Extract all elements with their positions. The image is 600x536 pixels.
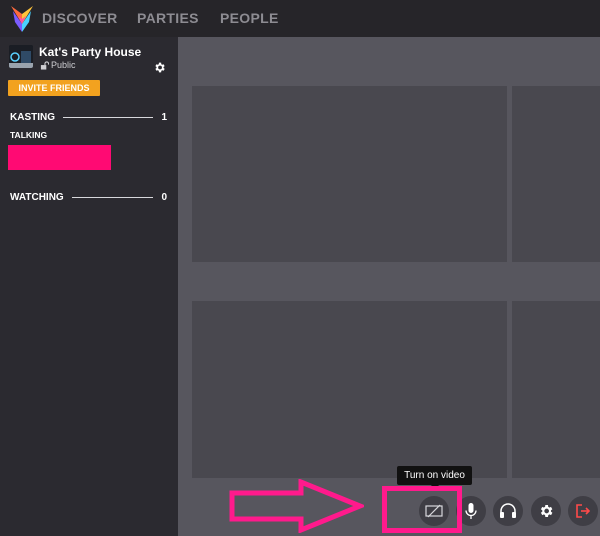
kasting-count: 1 (161, 111, 167, 123)
unlock-icon (40, 60, 49, 70)
room-privacy: Public (40, 60, 76, 70)
headphones-button[interactable] (493, 496, 523, 526)
video-tile (192, 86, 507, 262)
invite-friends-button[interactable]: INVITE FRIENDS (8, 80, 100, 96)
room-settings-icon[interactable] (153, 61, 166, 74)
kasting-section: KASTING 1 (10, 111, 167, 123)
video-tile (192, 301, 507, 478)
watching-section: WATCHING 0 (10, 191, 167, 203)
settings-button[interactable] (531, 496, 561, 526)
gear-icon (540, 505, 553, 517)
logo-icon[interactable] (11, 6, 33, 32)
nav-parties[interactable]: PARTIES (137, 10, 199, 26)
room-thumbnail (9, 45, 33, 68)
divider (63, 116, 154, 118)
annotation-arrow (229, 479, 364, 533)
talking-label: TALKING (10, 130, 48, 140)
headphones-icon (500, 503, 516, 518)
watching-count: 0 (161, 191, 167, 203)
kasting-label: KASTING (10, 111, 55, 123)
nav-people[interactable]: PEOPLE (220, 10, 279, 26)
room-title: Kat's Party House (39, 45, 142, 59)
nav-discover[interactable]: DISCOVER (42, 10, 118, 26)
top-bar: DISCOVER PARTIES PEOPLE (0, 0, 600, 37)
divider (71, 196, 154, 198)
video-tile (512, 86, 600, 262)
video-tile (512, 301, 600, 478)
watching-label: WATCHING (10, 191, 64, 203)
highlight-box (382, 486, 462, 533)
microphone-icon (465, 503, 477, 519)
redacted-user (8, 145, 111, 170)
tooltip: Turn on video (397, 466, 472, 485)
leave-icon (576, 504, 591, 518)
leave-button[interactable] (568, 496, 598, 526)
privacy-label: Public (51, 60, 76, 70)
